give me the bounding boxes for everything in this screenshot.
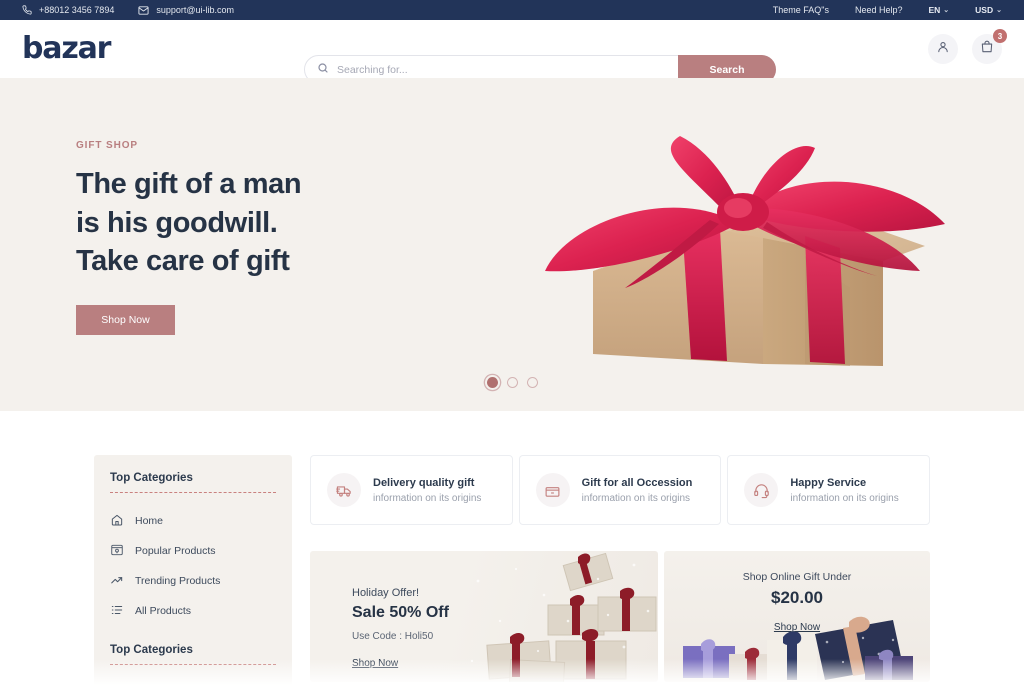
- header-actions: 3: [928, 29, 1007, 64]
- carousel-dot-3[interactable]: [526, 377, 538, 388]
- promo-headline: Sale 50% Off: [352, 604, 449, 621]
- home-icon: [110, 513, 124, 530]
- site-header: bazar Searching for... Search 3: [0, 20, 1024, 84]
- sidebar-item-trending-products[interactable]: Trending Products: [110, 566, 276, 596]
- list-icon: [110, 603, 124, 620]
- sidebar-title-bottom: Top Categories: [110, 644, 193, 656]
- user-icon: [936, 40, 950, 59]
- currency-value: USD: [975, 5, 994, 15]
- top-utility-bar: +88012 3456 7894 support@ui-lib.com Them…: [0, 0, 1024, 20]
- promo-banner-gift-under-20[interactable]: Shop Online Gift Under $20.00 Shop Now: [664, 551, 930, 682]
- sidebar-divider-top: [110, 492, 276, 493]
- sidebar-item-popular-products[interactable]: Popular Products: [110, 536, 276, 566]
- sidebar-item-birthday[interactable]: Birthday ›: [110, 678, 276, 685]
- chevron-down-icon: ⌄: [943, 7, 950, 14]
- envelope-icon: [138, 5, 149, 16]
- carousel-dot-2[interactable]: [506, 377, 518, 388]
- content-column: Delivery quality gift information on its…: [310, 455, 931, 685]
- delivery-truck-icon: [327, 473, 361, 507]
- phone-number: +88012 3456 7894: [39, 5, 115, 15]
- hero-headline-line-2: is his goodwill.: [76, 206, 278, 239]
- brand-logo[interactable]: bazar: [22, 34, 111, 64]
- feature-card-occasion[interactable]: Gift for all Occession information on it…: [518, 455, 722, 525]
- sidebar-item-all-products[interactable]: All Products: [110, 596, 276, 626]
- phone-contact[interactable]: +88012 3456 7894: [22, 5, 114, 15]
- language-selector[interactable]: EN ⌄: [928, 5, 949, 15]
- hero-gift-box-image: [505, 96, 1005, 381]
- search-icon: [317, 61, 329, 79]
- sidebar-item-label: Popular Products: [135, 545, 216, 557]
- feature-subtitle: information on its origins: [373, 492, 482, 504]
- topbar-contact-group: +88012 3456 7894 support@ui-lib.com: [22, 5, 234, 16]
- category-sidebar: Top Categories Home Popular Products Tre…: [94, 455, 292, 685]
- feature-subtitle: information on its origins: [790, 492, 899, 504]
- hero-carousel: GIFT SHOP The gift of a man is his goodw…: [0, 78, 1024, 411]
- content-container: Top Categories Home Popular Products Tre…: [94, 455, 931, 685]
- account-button[interactable]: [928, 34, 958, 64]
- feature-card-text: Happy Service information on its origins: [790, 477, 898, 504]
- promo-shop-now-link[interactable]: Shop Now: [352, 658, 398, 669]
- trending-icon: [110, 573, 124, 590]
- sidebar-item-home[interactable]: Home: [110, 506, 276, 536]
- email-address: support@ui-lib.com: [156, 5, 234, 15]
- carousel-dot-1[interactable]: [486, 377, 498, 388]
- hero-shop-now-button[interactable]: Shop Now: [76, 304, 175, 335]
- shopping-bag-icon: [980, 40, 994, 59]
- feature-card-text: Delivery quality gift information on its…: [373, 477, 481, 504]
- feature-card-delivery[interactable]: Delivery quality gift information on its…: [310, 455, 513, 525]
- hero-headline-line-3: Take care of gift: [76, 245, 290, 278]
- sidebar-item-label: Trending Products: [135, 575, 221, 587]
- feature-title: Gift for all Occession: [581, 476, 693, 489]
- hero-headline: The gift of a man is his goodwill. Take …: [76, 165, 302, 281]
- promo-left-text: Holiday Offer! Sale 50% Off Use Code : H…: [352, 587, 449, 671]
- topbar-links-group: Theme FAQ"s Need Help? EN ⌄ USD ⌄: [773, 5, 1002, 15]
- theme-faq-link[interactable]: Theme FAQ"s: [773, 5, 829, 15]
- holiday-gift-stack-image: [470, 552, 657, 682]
- hero-copy: GIFT SHOP The gift of a man is his goodw…: [76, 140, 302, 335]
- phone-icon: [22, 5, 32, 15]
- gift-box-icon: [535, 473, 570, 507]
- cart-button[interactable]: 3: [972, 29, 1007, 64]
- sidebar-title-top: Top Categories: [110, 472, 193, 484]
- popular-icon: [110, 543, 124, 560]
- promo-kicker: Holiday Offer!: [352, 587, 420, 599]
- promo-banner-holiday[interactable]: Holiday Offer! Sale 50% Off Use Code : H…: [310, 551, 658, 682]
- chevron-down-icon: ⌄: [996, 7, 1002, 14]
- feature-subtitle: information on its origins: [581, 492, 691, 504]
- carousel-dots: [0, 377, 1024, 388]
- promo-headline: $20.00: [771, 588, 823, 607]
- sidebar-item-label: All Products: [135, 605, 192, 617]
- feature-cards-row: Delivery quality gift information on its…: [310, 455, 931, 525]
- sidebar-item-label: Home: [135, 515, 164, 527]
- promo-right-text: Shop Online Gift Under $20.00 Shop Now: [664, 551, 930, 635]
- language-value: EN: [928, 5, 941, 15]
- page-root: +88012 3456 7894 support@ui-lib.com Them…: [0, 0, 1024, 685]
- promo-code: Use Code : Holi50: [352, 631, 434, 642]
- need-help-link[interactable]: Need Help?: [855, 5, 903, 15]
- hero-eyebrow: GIFT SHOP: [76, 140, 138, 151]
- currency-selector[interactable]: USD ⌄: [975, 5, 1002, 15]
- hero-headline-line-1: The gift of a man: [76, 168, 302, 200]
- headset-icon: [744, 473, 779, 507]
- promo-shop-now-link[interactable]: Shop Now: [774, 622, 820, 633]
- feature-card-text: Gift for all Occession information on it…: [582, 477, 693, 504]
- sidebar-divider-bottom: [110, 664, 276, 665]
- promo-banners-row: Holiday Offer! Sale 50% Off Use Code : H…: [310, 551, 930, 682]
- feature-title: Delivery quality gift: [373, 476, 475, 489]
- cart-count-badge: 3: [993, 29, 1007, 43]
- promo-kicker: Shop Online Gift Under: [742, 571, 852, 583]
- search-placeholder: Searching for...: [337, 63, 408, 76]
- feature-card-service[interactable]: Happy Service information on its origins: [727, 455, 931, 525]
- feature-title: Happy Service: [790, 476, 867, 489]
- email-contact[interactable]: support@ui-lib.com: [138, 5, 234, 16]
- main-content: Top Categories Home Popular Products Tre…: [0, 411, 1024, 685]
